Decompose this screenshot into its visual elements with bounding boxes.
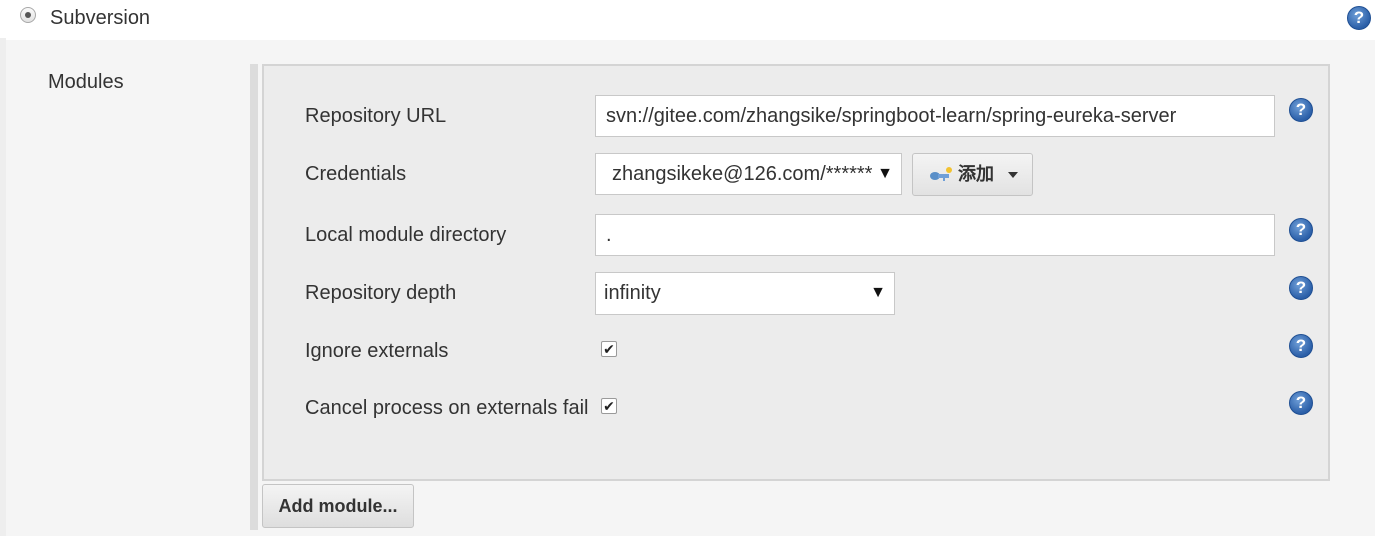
scm-option-row bbox=[0, 0, 1375, 40]
chevron-down-icon: ▼ bbox=[870, 284, 886, 301]
ignore-externals-checkbox[interactable]: ✔ bbox=[601, 341, 617, 357]
repository-url-input[interactable]: svn://gitee.com/zhangsike/springboot-lea… bbox=[595, 95, 1275, 137]
key-icon bbox=[930, 167, 952, 181]
chevron-down-icon: ▼ bbox=[877, 165, 893, 182]
credentials-selected-value: zhangsikeke@126.com/****** bbox=[612, 163, 873, 185]
modules-section-label: Modules bbox=[48, 71, 124, 93]
repository-url-label: Repository URL bbox=[305, 105, 447, 127]
local-module-directory-label: Local module directory bbox=[305, 224, 507, 246]
left-border bbox=[0, 38, 6, 536]
cancel-process-on-externals-fail-checkbox[interactable]: ✔ bbox=[601, 398, 617, 414]
repository-depth-selected-value: infinity bbox=[604, 282, 661, 304]
caret-down-icon bbox=[1008, 172, 1018, 178]
help-icon[interactable]: ? bbox=[1347, 6, 1371, 30]
cancel-process-on-externals-fail-label: Cancel process on externals fail bbox=[305, 397, 589, 419]
subversion-radio[interactable] bbox=[20, 7, 36, 23]
credentials-label: Credentials bbox=[305, 163, 407, 185]
local-module-directory-help-icon[interactable]: ? bbox=[1289, 218, 1313, 242]
repository-depth-label: Repository depth bbox=[305, 282, 457, 304]
add-credentials-button[interactable]: 添加 bbox=[912, 153, 1033, 196]
cancel-process-on-externals-fail-help-icon[interactable]: ? bbox=[1289, 391, 1313, 415]
add-module-button[interactable]: Add module... bbox=[262, 484, 414, 528]
local-module-directory-input[interactable]: . bbox=[595, 214, 1275, 256]
ignore-externals-label: Ignore externals bbox=[305, 340, 449, 362]
add-credentials-label: 添加 bbox=[958, 164, 994, 184]
repository-url-help-icon[interactable]: ? bbox=[1289, 98, 1313, 122]
ignore-externals-help-icon[interactable]: ? bbox=[1289, 334, 1313, 358]
radio-selected-dot bbox=[25, 12, 31, 18]
repository-depth-select[interactable]: infinity ▼ bbox=[595, 272, 895, 315]
modules-divider bbox=[250, 64, 258, 530]
repository-depth-help-icon[interactable]: ? bbox=[1289, 276, 1313, 300]
credentials-select[interactable]: zhangsikeke@126.com/****** ▼ bbox=[595, 153, 902, 195]
subversion-label: Subversion bbox=[50, 7, 151, 29]
